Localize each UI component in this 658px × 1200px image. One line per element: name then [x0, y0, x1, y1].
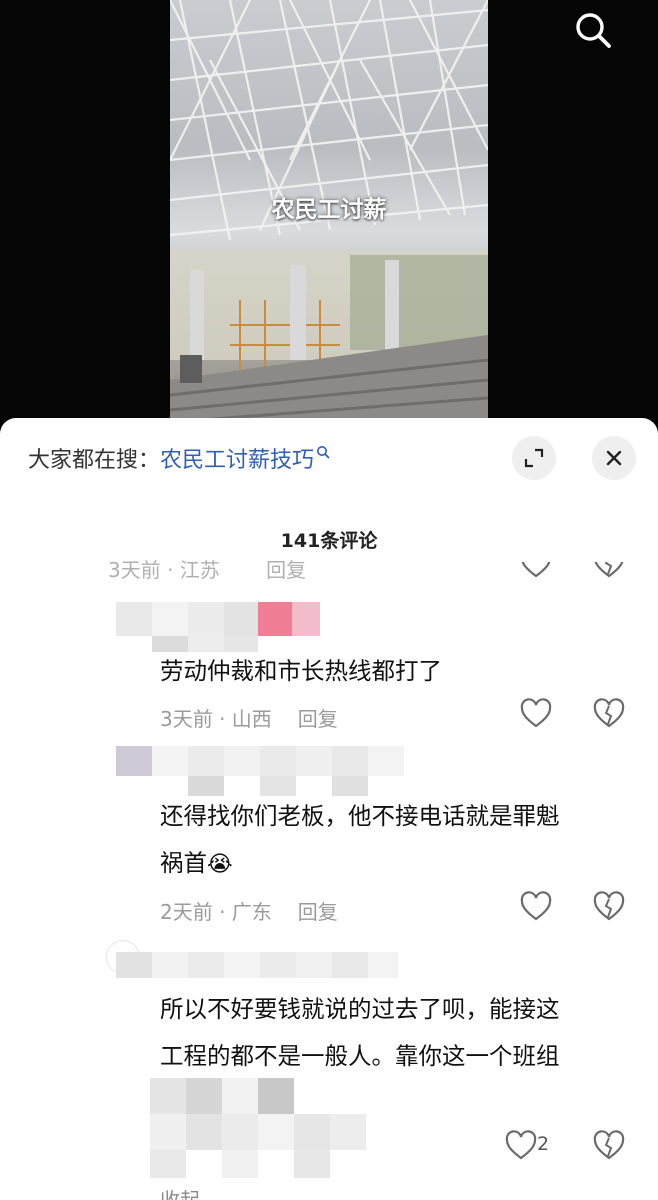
close-button[interactable]	[592, 436, 636, 480]
expand-button[interactable]	[512, 436, 556, 480]
expand-icon	[524, 448, 544, 468]
comment-text-line: 所以不好要钱就说的过去了呗，能接这	[160, 995, 560, 1023]
like-count: 2	[537, 1133, 550, 1155]
comment-text-line: 祸首😭	[160, 840, 640, 888]
heart-icon	[520, 891, 552, 921]
close-icon	[606, 450, 622, 466]
dislike-button[interactable]	[592, 891, 626, 923]
like-button[interactable]	[519, 562, 553, 580]
broken-heart-icon	[594, 562, 624, 578]
broken-heart-icon	[593, 698, 625, 728]
like-button[interactable]	[519, 698, 553, 730]
username-mosaic	[112, 744, 442, 800]
comment-text-line: 工程的都不是一般人。靠你这一个班组	[160, 1042, 560, 1070]
broken-heart-icon	[593, 1130, 625, 1160]
small-search-icon	[317, 446, 330, 459]
username-mosaic	[80, 598, 330, 652]
reply-button[interactable]: 回复	[266, 558, 306, 580]
comment-text: 劳动仲裁和市长热线都打了	[160, 657, 442, 685]
reply-button[interactable]: 回复	[298, 900, 338, 924]
comment-time: 3天前 · 山西	[160, 707, 272, 731]
dislike-button[interactable]	[592, 1130, 626, 1162]
comment-meta: 2天前 · 广东 回复	[160, 896, 338, 925]
crying-laughing-emoji: 😭	[207, 852, 233, 877]
comment-meta: 3天前 · 江苏 回复	[108, 558, 306, 580]
video-frame[interactable]: 农民工讨薪	[170, 0, 488, 420]
username-mosaic	[112, 948, 412, 982]
video-caption: 农民工讨薪	[271, 197, 387, 223]
trending-search-bar: 大家都在搜：农民工讨薪技巧	[28, 442, 330, 473]
comment-text: 还得找你们老板，他不接电话就是罪魁 祸首😭	[160, 793, 640, 888]
broken-heart-icon	[593, 891, 625, 921]
collapse-label: 收起	[160, 1188, 200, 1200]
chevron-up-icon: ︿	[206, 1195, 220, 1200]
reply-button[interactable]: 回复	[298, 707, 338, 731]
comment-time: 3天前 · 江苏	[108, 558, 220, 580]
comment-meta: 3天前 · 山西 回复	[160, 703, 338, 732]
trending-prefix: 大家都在搜：	[28, 448, 161, 473]
collapse-replies-button[interactable]: 收起 ︿	[160, 1184, 220, 1200]
comment-sheet: 大家都在搜：农民工讨薪技巧 141条评论 3天前 · 江苏 回复 劳动仲裁和市长…	[0, 418, 658, 1200]
search-icon	[576, 13, 611, 48]
comment-text: 所以不好要钱就说的过去了呗，能接这 工程的都不是一般人。靠你这一个班组	[160, 986, 640, 1080]
trending-term-link[interactable]: 农民工讨薪技巧	[160, 448, 314, 473]
text-mosaic	[150, 1078, 390, 1178]
search-button[interactable]	[570, 8, 616, 50]
like-button[interactable]	[504, 1130, 538, 1162]
comment-text-line: 还得找你们老板，他不接电话就是罪魁	[160, 802, 560, 830]
heart-icon	[521, 562, 551, 578]
comment-time: 2天前 · 广东	[160, 900, 272, 924]
dislike-button[interactable]	[592, 698, 626, 730]
like-button[interactable]	[519, 891, 553, 923]
heart-icon	[505, 1130, 537, 1160]
comment-count: 141条评论	[280, 530, 378, 552]
dislike-button[interactable]	[592, 562, 626, 580]
heart-icon	[520, 698, 552, 728]
comment-text-line2: 祸首	[160, 849, 207, 877]
video-player[interactable]: 农民工讨薪	[0, 0, 658, 420]
